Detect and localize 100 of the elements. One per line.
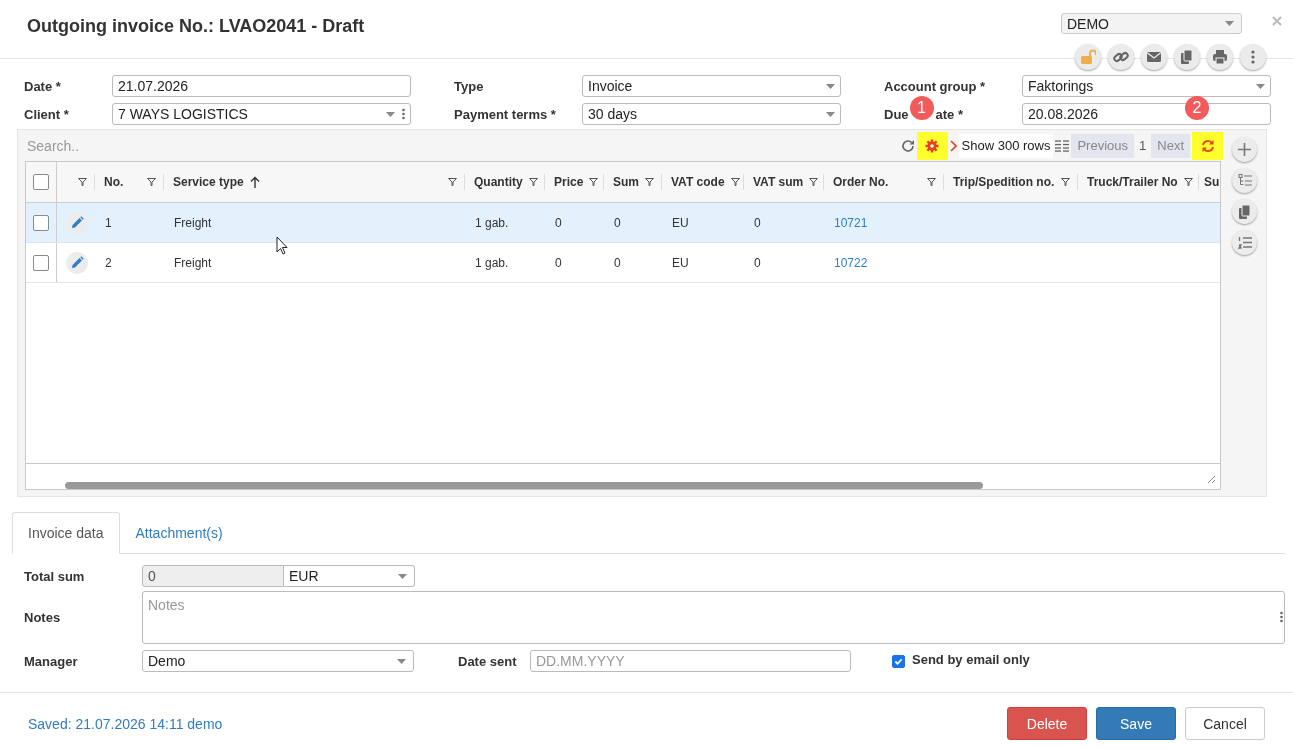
date-field[interactable]: DD.MM.YYYY [530, 650, 851, 672]
filter-icon[interactable] [1061, 178, 1070, 186]
field-label: Client * [24, 106, 70, 122]
more-icon[interactable] [1280, 611, 1283, 623]
table-cell: 1 gab. [475, 255, 509, 270]
filter-icon[interactable] [730, 178, 740, 186]
filter-icon[interactable] [528, 178, 538, 186]
more-icon[interactable] [402, 108, 405, 120]
table-cell: 1 [105, 215, 112, 230]
filter-icon[interactable] [448, 178, 457, 186]
caret-icon [1256, 83, 1265, 89]
filter-icon[interactable] [589, 178, 599, 186]
column-header[interactable]: VAT sum [753, 175, 804, 189]
column-header[interactable]: Su [1204, 175, 1220, 189]
scrollbar-thumb[interactable] [65, 482, 983, 489]
table-cell: 0 [555, 215, 562, 230]
page-number: 1 [1138, 138, 1148, 153]
column-header[interactable]: Price [554, 175, 584, 189]
table-cell: 0 [614, 215, 621, 230]
column-header[interactable]: VAT code [671, 175, 725, 189]
tab[interactable]: Invoice data [12, 512, 120, 554]
column-header[interactable]: Order No. [833, 175, 889, 189]
field-label: Date sent [458, 653, 518, 669]
field-label: Due [884, 106, 909, 122]
notes-field[interactable]: Notes [142, 591, 1285, 644]
dropdown[interactable]: Invoice [582, 75, 841, 97]
table-row[interactable]: 1 Freight 1 gab. 0 0 EU 0 10721 [26, 203, 1220, 243]
company-dropdown[interactable]: DEMO [1061, 13, 1242, 34]
saved-link[interactable]: Saved: 21.07.2026 14:11 demo [28, 715, 223, 732]
column-header[interactable]: Quantity [474, 175, 523, 189]
chevron-right-icon[interactable] [949, 139, 957, 152]
sort-up-icon [249, 176, 260, 188]
resize-grip-icon[interactable] [1207, 475, 1216, 484]
add-icon[interactable] [1232, 137, 1257, 162]
link-icon[interactable] [1108, 44, 1134, 70]
checkbox-label: Send by email only [912, 652, 1030, 667]
order-link[interactable]: 10722 [834, 255, 868, 270]
checkbox[interactable] [33, 174, 49, 190]
filter-icon[interactable] [645, 178, 654, 186]
currency-dropdown[interactable]: EUR [284, 565, 415, 587]
copy-icon[interactable] [1174, 44, 1200, 70]
edit-icon[interactable] [66, 251, 88, 274]
column-header[interactable]: Service type [173, 175, 260, 189]
table-cell: Freight [174, 215, 212, 230]
settings-icon[interactable] [925, 138, 940, 153]
dropdown[interactable]: 7 WAYS LOGISTICS [112, 103, 411, 125]
checkbox[interactable] [892, 654, 905, 668]
table-cell: Freight [174, 255, 212, 270]
print-icon[interactable] [1207, 44, 1233, 70]
caret-icon [398, 573, 407, 579]
dropdown[interactable]: Faktorings [1022, 75, 1271, 97]
save-button[interactable]: Save [1096, 707, 1176, 740]
caret-icon [1225, 21, 1234, 26]
table-cell: 1 gab. [475, 215, 509, 230]
filter-icon[interactable] [927, 178, 936, 186]
order-link[interactable]: 10721 [834, 215, 868, 230]
filter-icon[interactable] [1183, 178, 1193, 186]
table-cell: 2 [105, 255, 112, 270]
field-label: Total sum [24, 568, 86, 584]
table-row[interactable]: 2 Freight 1 gab. 0 0 EU 0 10722 [26, 243, 1220, 283]
callout-badge: 1 [909, 95, 934, 120]
caret-icon [826, 111, 835, 117]
copy-icon[interactable] [1232, 199, 1257, 224]
tree-list-icon[interactable] [1232, 168, 1257, 193]
checkbox[interactable] [33, 254, 49, 271]
search-field[interactable]: Search.. [27, 137, 327, 154]
manager-dropdown[interactable]: Demo [142, 650, 414, 672]
edit-icon[interactable] [66, 211, 88, 234]
table-cell: 0 [754, 255, 761, 270]
column-header[interactable]: Trip/Spedition no. [953, 175, 1055, 189]
cancel-button[interactable]: Cancel [1185, 707, 1265, 740]
field-label: Account group * [884, 78, 987, 94]
refresh-icon[interactable] [1200, 138, 1215, 153]
table-cell: EU [672, 255, 689, 270]
date-field[interactable]: 21.07.2026 [112, 75, 411, 97]
caret-icon [826, 83, 835, 89]
filter-icon[interactable] [147, 178, 156, 186]
checkbox[interactable] [33, 214, 49, 231]
column-header[interactable]: No. [104, 175, 124, 189]
mail-icon[interactable] [1141, 44, 1167, 70]
column-header[interactable]: Sum [613, 175, 639, 189]
total-sum-field[interactable]: 0 [142, 565, 284, 587]
field-label: Notes [24, 610, 62, 625]
dropdown[interactable]: 30 days [582, 103, 841, 125]
filter-icon[interactable] [809, 178, 819, 186]
field-label: Payment terms * [454, 106, 557, 122]
window-title: Outgoing invoice No.: LVAO2041 - Draft [27, 16, 365, 37]
field-label: Date * [24, 78, 62, 94]
table-cell: EU [672, 215, 689, 230]
tab[interactable]: Attachment(s) [119, 512, 239, 554]
field-label: Type [454, 78, 485, 94]
page-size-selector[interactable]: Show 300 rows [958, 133, 1054, 158]
columns-icon[interactable] [1055, 139, 1070, 152]
numbered-list-icon[interactable] [1232, 230, 1257, 255]
filter-icon[interactable] [78, 178, 87, 186]
column-header[interactable]: Truck/Trailer No [1087, 175, 1178, 189]
mouse-pointer-icon [276, 236, 288, 255]
delete-button[interactable]: Delete [1007, 707, 1087, 740]
reload-icon[interactable] [900, 138, 915, 153]
field-label: ate * [935, 106, 964, 122]
